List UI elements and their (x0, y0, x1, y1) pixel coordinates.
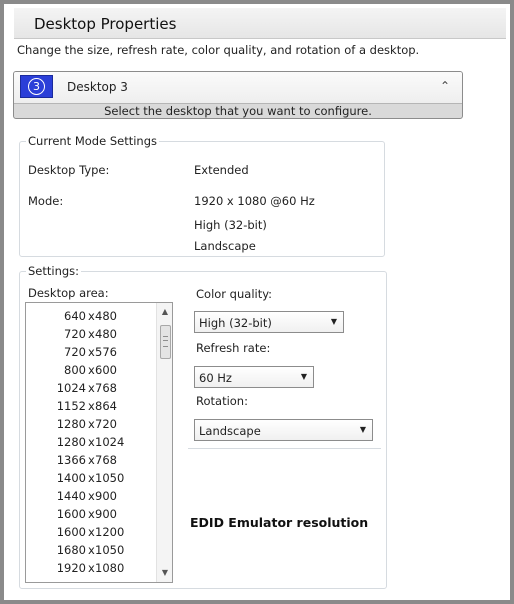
chevron-up-icon[interactable]: ⌃ (440, 79, 450, 93)
scroll-down-icon[interactable]: ▼ (157, 566, 172, 580)
desktop-type-label: Desktop Type: (28, 163, 110, 177)
resolution-list-item[interactable]: 640 x 480 (26, 307, 156, 325)
resolution-height: 1080 (95, 561, 125, 575)
rotation-value: Landscape (199, 424, 261, 438)
rotation-label: Rotation: (196, 394, 248, 408)
color-quality-label: Color quality: (196, 287, 273, 301)
refresh-rate-value: 60 Hz (199, 371, 232, 385)
resolution-list-item[interactable]: 720 x 576 (26, 343, 156, 361)
rotation-dropdown[interactable]: Landscape ▼ (194, 419, 373, 441)
resolution-height: 1024 (95, 435, 125, 449)
resolution-width: 1280 (56, 417, 86, 431)
dropdown-arrow-icon: ▼ (359, 425, 366, 434)
times-icon: x (88, 561, 95, 575)
resolution-width: 1366 (56, 453, 86, 467)
scroll-up-icon[interactable]: ▲ (157, 305, 172, 319)
resolution-width: 1280 (56, 435, 86, 449)
resolution-list-item[interactable]: 1280 x 720 (26, 415, 156, 433)
resolution-width: 720 (64, 327, 86, 341)
settings-divider (188, 448, 381, 449)
times-icon: x (88, 363, 95, 377)
resolution-width: 1680 (56, 543, 86, 557)
resolution-list-item[interactable]: 800 x 600 (26, 361, 156, 379)
dropdown-arrow-icon: ▼ (300, 372, 307, 381)
page-description: Change the size, refresh rate, color qua… (17, 43, 420, 57)
resolution-width: 1400 (56, 471, 86, 485)
resolution-list-item[interactable]: 720 x 480 (26, 325, 156, 343)
resolution-width: 1600 (56, 525, 86, 539)
resolution-height: 900 (95, 489, 117, 503)
resolution-height: 600 (95, 363, 117, 377)
resolution-width: 1920 (56, 561, 86, 575)
resolution-list-item[interactable]: 1024 x 768 (26, 379, 156, 397)
mode-color-value: High (32-bit) (194, 218, 267, 232)
times-icon: x (88, 309, 95, 323)
resolution-width: 1024 (56, 381, 86, 395)
times-icon: x (88, 453, 95, 467)
resolution-height: 768 (95, 453, 117, 467)
resolution-width: 1440 (56, 489, 86, 503)
resolution-list-item[interactable]: 1600 x 1200 (26, 523, 156, 541)
times-icon: x (88, 399, 95, 413)
desktop-area-label: Desktop area: (28, 286, 109, 300)
times-icon: x (88, 489, 95, 503)
desktop-number-icon: 3 (28, 78, 45, 95)
resolution-list-item[interactable]: 1400 x 1050 (26, 469, 156, 487)
resolution-height: 768 (95, 381, 117, 395)
scroll-thumb[interactable] (160, 325, 171, 359)
desktop-number-badge: 3 (20, 75, 53, 98)
times-icon: x (88, 543, 95, 557)
resolution-height: 1050 (95, 471, 125, 485)
resolution-width: 1600 (56, 507, 86, 521)
resolution-list-item[interactable]: 1600 x 900 (26, 505, 156, 523)
resolution-list-item[interactable]: 1680 x 1050 (26, 541, 156, 559)
resolution-list-item[interactable]: 1366 x 768 (26, 451, 156, 469)
title-bar: Desktop Properties (14, 8, 506, 39)
mode-label: Mode: (28, 194, 64, 208)
resolution-height: 480 (95, 309, 117, 323)
resolution-height: 480 (95, 327, 117, 341)
color-quality-value: High (32-bit) (199, 316, 272, 330)
times-icon: x (88, 327, 95, 341)
desktop-selector-label: Desktop 3 (67, 80, 128, 94)
resolution-width: 720 (64, 345, 86, 359)
edid-annotation: EDID Emulator resolution (190, 515, 369, 530)
times-icon: x (88, 525, 95, 539)
mode-resolution-value: 1920 x 1080 @60 Hz (194, 194, 315, 208)
dropdown-arrow-icon: ▼ (330, 317, 337, 326)
resolution-height: 1200 (95, 525, 125, 539)
refresh-rate-label: Refresh rate: (196, 341, 271, 355)
resolution-height: 576 (95, 345, 117, 359)
desktop-selector-row[interactable]: 3 Desktop 3 ⌃ (14, 72, 462, 104)
times-icon: x (88, 471, 95, 485)
resolution-height: 720 (95, 417, 117, 431)
times-icon: x (88, 507, 95, 521)
times-icon: x (88, 381, 95, 395)
resolution-height: 864 (95, 399, 117, 413)
desktop-type-value: Extended (194, 163, 249, 177)
resolution-list-item[interactable]: 1440 x 900 (26, 487, 156, 505)
times-icon: x (88, 435, 95, 449)
desktop-selector-hint: Select the desktop that you want to conf… (104, 104, 372, 118)
resolution-list-item[interactable]: 1280 x 1024 (26, 433, 156, 451)
resolution-height: 900 (95, 507, 117, 521)
times-icon: x (88, 417, 95, 431)
resolution-list-item[interactable]: 1920 x 1080 (26, 559, 156, 577)
window-title: Desktop Properties (34, 15, 177, 33)
resolution-list[interactable]: 640 x 480 720 x 480 720 x 576 800 x 600 1024 x 768 1152… (25, 302, 173, 583)
resolution-height: 1050 (95, 543, 125, 557)
resolution-width: 1152 (56, 399, 86, 413)
refresh-rate-dropdown[interactable]: 60 Hz ▼ (194, 366, 314, 388)
mode-rotation-value: Landscape (194, 239, 256, 253)
times-icon: x (88, 345, 95, 359)
resolution-width: 800 (64, 363, 86, 377)
current-mode-title: Current Mode Settings (26, 134, 160, 148)
settings-title: Settings: (26, 264, 82, 278)
resolution-list-item[interactable]: 1152 x 864 (26, 397, 156, 415)
resolution-width: 640 (64, 309, 86, 323)
color-quality-dropdown[interactable]: High (32-bit) ▼ (194, 311, 344, 333)
resolution-list-scrollbar[interactable]: ▲ ▼ (156, 303, 172, 582)
desktop-selector[interactable]: 3 Desktop 3 ⌃ Select the desktop that yo… (13, 71, 463, 119)
